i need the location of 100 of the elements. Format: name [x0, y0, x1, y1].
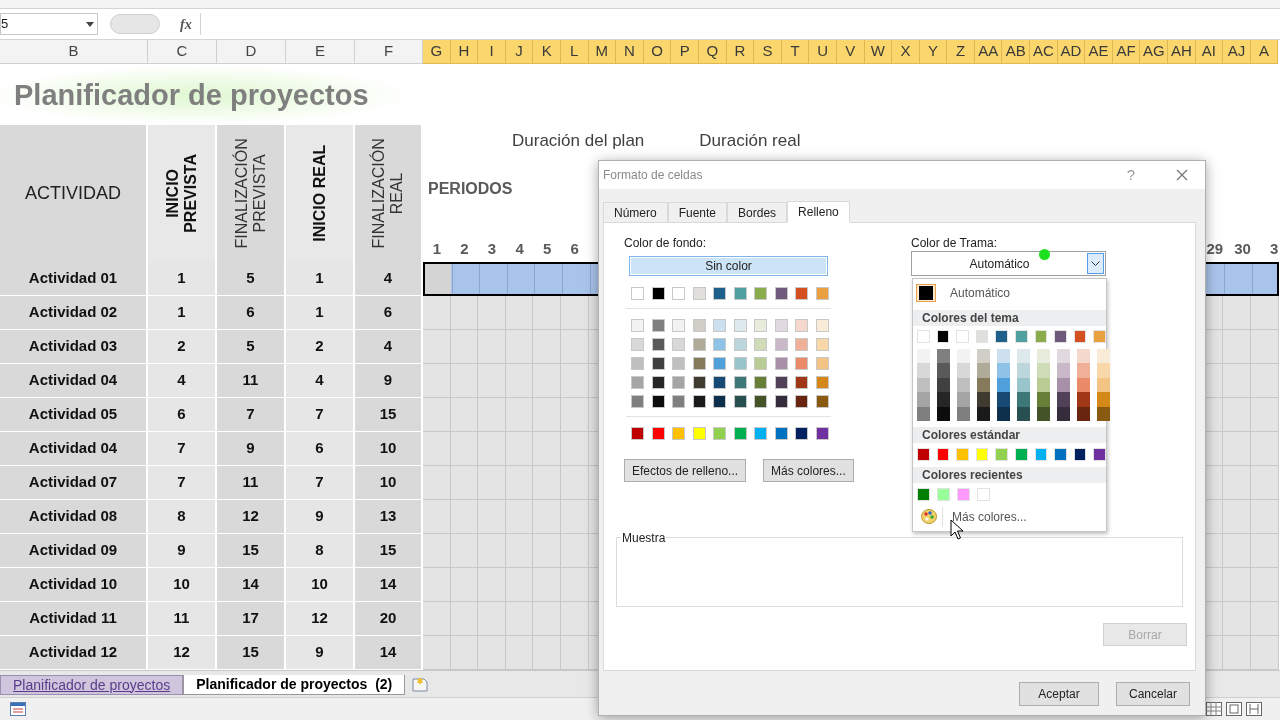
- color-swatch[interactable]: [774, 357, 788, 370]
- color-swatch[interactable]: [815, 427, 829, 440]
- color-swatch[interactable]: [774, 319, 788, 332]
- column-header[interactable]: D: [217, 40, 286, 64]
- color-swatch[interactable]: [713, 395, 726, 408]
- color-swatch[interactable]: [815, 357, 829, 370]
- color-swatch[interactable]: [956, 447, 969, 461]
- color-swatch[interactable]: [1014, 447, 1028, 461]
- color-swatch[interactable]: [672, 395, 685, 408]
- color-swatch[interactable]: [957, 392, 970, 407]
- color-swatch[interactable]: [995, 330, 1008, 343]
- color-swatch[interactable]: [1017, 392, 1030, 407]
- more-colors-button[interactable]: Más colores...: [763, 459, 854, 482]
- column-header[interactable]: J: [505, 40, 534, 64]
- color-swatch[interactable]: [917, 349, 930, 364]
- close-button[interactable]: [1175, 168, 1189, 182]
- color-swatch[interactable]: [713, 427, 726, 440]
- dialog-tab[interactable]: Número: [603, 202, 668, 222]
- sheet-tab[interactable]: Planificador de proyectos (2): [183, 675, 406, 695]
- color-swatch[interactable]: [977, 487, 990, 501]
- color-swatch[interactable]: [754, 287, 767, 300]
- column-header[interactable]: A: [1250, 40, 1279, 64]
- color-swatch[interactable]: [733, 395, 747, 408]
- color-swatch[interactable]: [1073, 447, 1087, 461]
- column-header[interactable]: AJ: [1223, 40, 1251, 64]
- color-swatch[interactable]: [956, 330, 969, 343]
- column-header[interactable]: E: [286, 40, 355, 64]
- color-swatch[interactable]: [997, 363, 1010, 378]
- color-swatch[interactable]: [997, 349, 1010, 364]
- color-swatch[interactable]: [1093, 330, 1106, 343]
- color-swatch[interactable]: [795, 338, 808, 351]
- color-swatch[interactable]: [713, 376, 726, 389]
- color-swatch[interactable]: [1017, 349, 1030, 364]
- column-header[interactable]: AA: [974, 40, 1003, 64]
- color-swatch[interactable]: [733, 427, 747, 440]
- column-header[interactable]: M: [588, 40, 617, 64]
- column-header[interactable]: R: [726, 40, 755, 64]
- color-swatch[interactable]: [975, 330, 989, 343]
- color-swatch[interactable]: [1037, 392, 1050, 407]
- color-swatch[interactable]: [651, 287, 665, 300]
- color-swatch[interactable]: [631, 287, 644, 300]
- splitter-handle[interactable]: [110, 14, 160, 34]
- column-header[interactable]: F: [355, 40, 423, 64]
- color-swatch[interactable]: [795, 395, 808, 408]
- color-swatch[interactable]: [957, 349, 970, 364]
- color-swatch[interactable]: [754, 357, 767, 370]
- color-swatch[interactable]: [1097, 349, 1110, 364]
- pattern-color-dropdown[interactable]: Automático: [911, 251, 1106, 276]
- color-swatch[interactable]: [1037, 363, 1050, 378]
- color-swatch[interactable]: [917, 447, 930, 461]
- name-box[interactable]: 5: [0, 13, 98, 35]
- column-header[interactable]: Z: [947, 40, 975, 64]
- color-swatch[interactable]: [733, 287, 747, 300]
- column-header[interactable]: K: [533, 40, 561, 64]
- color-swatch[interactable]: [1077, 363, 1090, 378]
- color-swatch[interactable]: [936, 447, 950, 461]
- dialog-tab[interactable]: Fuente: [667, 202, 728, 222]
- color-swatch[interactable]: [1057, 349, 1070, 364]
- color-swatch[interactable]: [651, 376, 665, 389]
- color-swatch[interactable]: [774, 287, 788, 300]
- dialog-tab[interactable]: Bordes: [727, 202, 788, 222]
- column-header[interactable]: I: [478, 40, 506, 64]
- column-header[interactable]: W: [864, 40, 893, 64]
- function-label[interactable]: fx: [180, 13, 192, 35]
- color-swatch[interactable]: [1077, 349, 1090, 364]
- color-swatch[interactable]: [631, 319, 644, 332]
- color-swatch[interactable]: [754, 395, 767, 408]
- color-swatch[interactable]: [957, 363, 970, 378]
- color-swatch[interactable]: [1037, 349, 1050, 364]
- column-header[interactable]: AE: [1085, 40, 1113, 64]
- column-header[interactable]: N: [616, 40, 644, 64]
- color-swatch[interactable]: [692, 319, 706, 332]
- column-header[interactable]: AI: [1195, 40, 1224, 64]
- dropdown-arrow-button[interactable]: [1087, 253, 1104, 274]
- column-header[interactable]: H: [450, 40, 479, 64]
- column-header[interactable]: C: [148, 40, 217, 64]
- no-color-button[interactable]: Sin color: [629, 256, 828, 276]
- color-swatch[interactable]: [917, 392, 930, 407]
- color-swatch[interactable]: [733, 338, 747, 351]
- color-swatch[interactable]: [651, 338, 665, 351]
- color-swatch[interactable]: [733, 319, 747, 332]
- color-swatch[interactable]: [713, 319, 726, 332]
- column-header[interactable]: AC: [1030, 40, 1058, 64]
- color-swatch[interactable]: [1097, 363, 1110, 378]
- color-swatch[interactable]: [795, 319, 808, 332]
- color-swatch[interactable]: [795, 287, 808, 300]
- column-header[interactable]: S: [754, 40, 782, 64]
- color-swatch[interactable]: [1034, 330, 1048, 343]
- column-header[interactable]: AH: [1168, 40, 1196, 64]
- column-header[interactable]: V: [836, 40, 865, 64]
- color-swatch[interactable]: [1034, 447, 1048, 461]
- column-header[interactable]: AB: [1002, 40, 1031, 64]
- color-swatch[interactable]: [774, 427, 788, 440]
- color-swatch[interactable]: [692, 287, 706, 300]
- column-header[interactable]: B: [0, 40, 148, 64]
- cancel-button[interactable]: Cancelar: [1116, 682, 1190, 706]
- color-swatch[interactable]: [713, 287, 726, 300]
- color-swatch[interactable]: [1014, 330, 1028, 343]
- color-swatch[interactable]: [1057, 363, 1070, 378]
- dialog-tab[interactable]: Relleno: [787, 201, 850, 223]
